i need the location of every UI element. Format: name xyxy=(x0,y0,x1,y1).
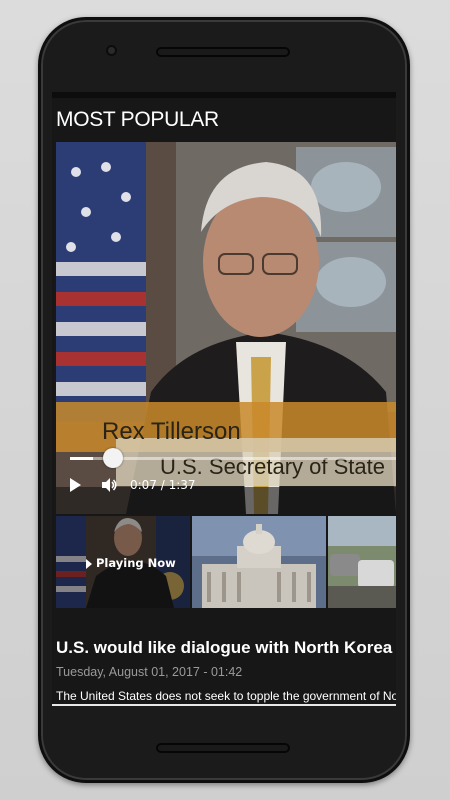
status-bar xyxy=(52,92,396,98)
playlist-item-cars[interactable] xyxy=(328,516,396,608)
article-date: Tuesday, August 01, 2017 - 01:42 xyxy=(56,665,243,679)
bottom-speaker xyxy=(156,743,290,753)
playlist-item-current[interactable]: Playing Now xyxy=(56,516,190,608)
app-screen: MOST POPULAR Rex Tillerson U.S. Secretar… xyxy=(52,92,396,706)
playlist-strip: Playing Now xyxy=(56,516,396,608)
thumbnail-cars xyxy=(328,516,396,608)
playing-now-label: Playing Now xyxy=(96,556,176,570)
play-icon[interactable] xyxy=(70,478,81,492)
seek-bar-progress xyxy=(70,457,93,460)
seek-handle[interactable] xyxy=(103,448,123,468)
article-summary[interactable]: The United States does not seek to toppl… xyxy=(56,689,396,703)
video-player[interactable]: Rex Tillerson U.S. Secretary of State 0:… xyxy=(56,142,396,514)
article-headline[interactable]: U.S. would like dialogue with North Kore… xyxy=(56,638,396,658)
thumbnail-capitol xyxy=(192,516,326,608)
volume-icon[interactable] xyxy=(100,476,118,494)
front-camera xyxy=(106,45,117,56)
divider xyxy=(52,704,396,706)
lower-third-name: Rex Tillerson xyxy=(102,418,241,445)
earpiece-speaker xyxy=(156,47,290,57)
section-title: MOST POPULAR xyxy=(56,108,219,131)
playlist-item-capitol[interactable] xyxy=(192,516,326,608)
play-arrow-icon xyxy=(86,559,92,569)
time-readout: 0:07 / 1:37 xyxy=(130,478,196,492)
